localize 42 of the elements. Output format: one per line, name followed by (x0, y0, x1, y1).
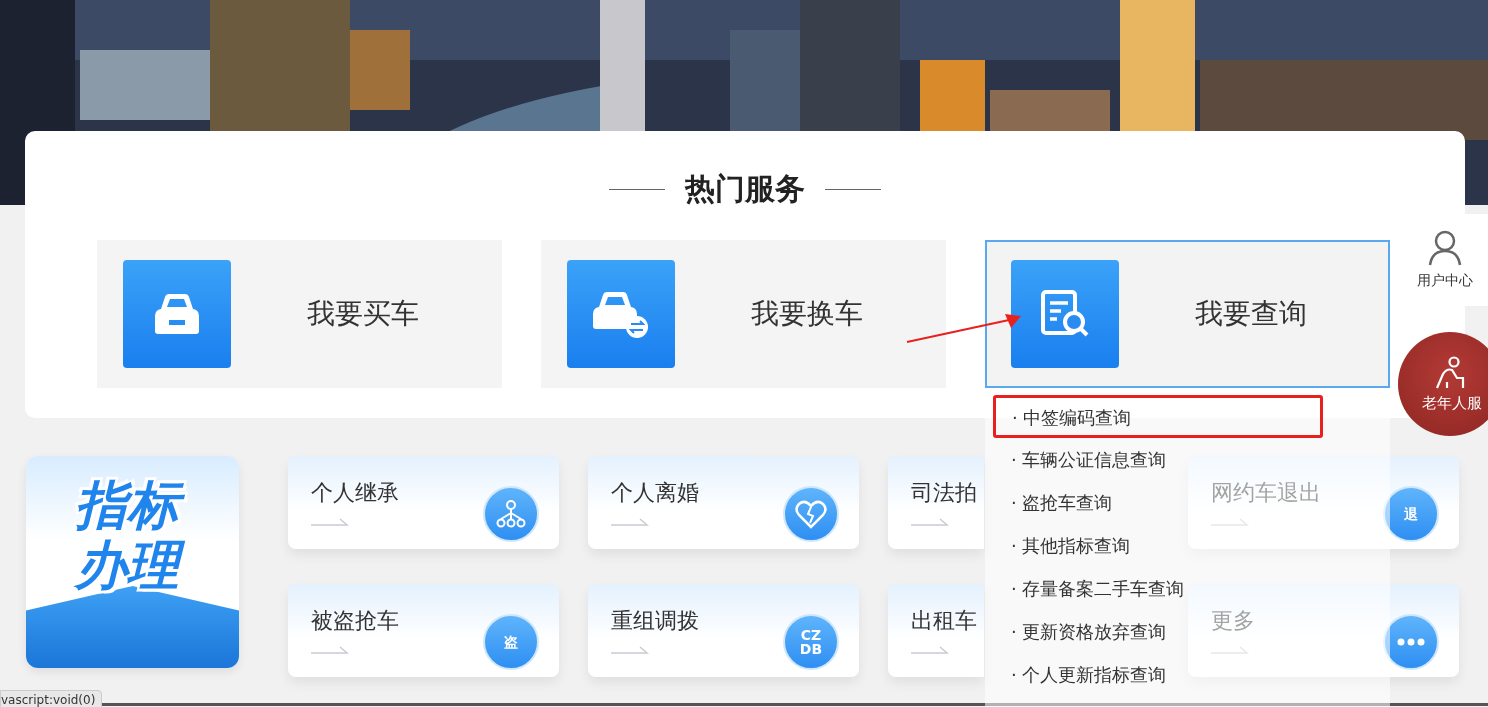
card-label: 司法拍 (911, 479, 977, 507)
status-tooltip: vascript:void(0) (0, 690, 103, 707)
menu-item[interactable]: · 车辆公证信息查询 (993, 438, 1173, 481)
card-label: 更多 (1211, 607, 1255, 635)
hierarchy-icon (483, 486, 539, 542)
service-tile[interactable]: 我要换车 (541, 240, 946, 388)
service-card[interactable]: 被盗抢车 盗 (288, 584, 559, 677)
card-label: 被盗抢车 (311, 607, 399, 635)
service-card[interactable]: 个人继承 (288, 456, 559, 549)
menu-item[interactable]: · 盗抢车查询 (993, 481, 1119, 524)
document-search-icon (1011, 260, 1119, 368)
elder-service-button[interactable]: 老年人服 (1398, 332, 1488, 436)
menu-item[interactable]: · 存量备案二手车查询 (993, 567, 1191, 610)
more-icon (1383, 614, 1439, 670)
card-label: 网约车退出 (1211, 479, 1321, 507)
elder-icon (1433, 355, 1467, 390)
car-icon (123, 260, 231, 368)
menu-item[interactable]: · 其他指标查询 (993, 524, 1137, 567)
service-card[interactable]: 司法拍 (888, 456, 984, 549)
service-label: 我要买车 (307, 296, 419, 332)
badge-icon: 退 (1383, 486, 1439, 542)
service-label: 我要换车 (751, 296, 863, 332)
car-swap-icon (567, 260, 675, 368)
card-label: 个人继承 (311, 479, 399, 507)
menu-item[interactable]: · 更新资格放弃查询 (993, 610, 1173, 653)
card-label: 重组调拨 (611, 607, 699, 635)
feature-title: 指标办理 (75, 476, 190, 668)
section-title: 热门服务 (685, 170, 805, 208)
badge-icon: CZ DB (783, 614, 839, 670)
badge-icon: 盗 (483, 614, 539, 670)
feature-tile[interactable]: 指标办理 (26, 456, 239, 668)
card-label: 出租车 (911, 607, 977, 635)
service-tile[interactable]: 我要查询 (985, 240, 1390, 388)
service-card[interactable]: 重组调拨 CZ DB (588, 584, 859, 677)
menu-item[interactable]: · 中签编码查询 (993, 395, 1323, 438)
service-tile[interactable]: 我要买车 (97, 240, 502, 388)
service-card[interactable]: 出租车 (888, 584, 984, 677)
service-label: 我要查询 (1195, 296, 1307, 332)
menu-item[interactable]: · 个人更新指标查询 (993, 653, 1173, 696)
user-icon (1428, 230, 1462, 266)
service-card[interactable]: 个人离婚 (588, 456, 859, 549)
card-label: 个人离婚 (611, 479, 699, 507)
